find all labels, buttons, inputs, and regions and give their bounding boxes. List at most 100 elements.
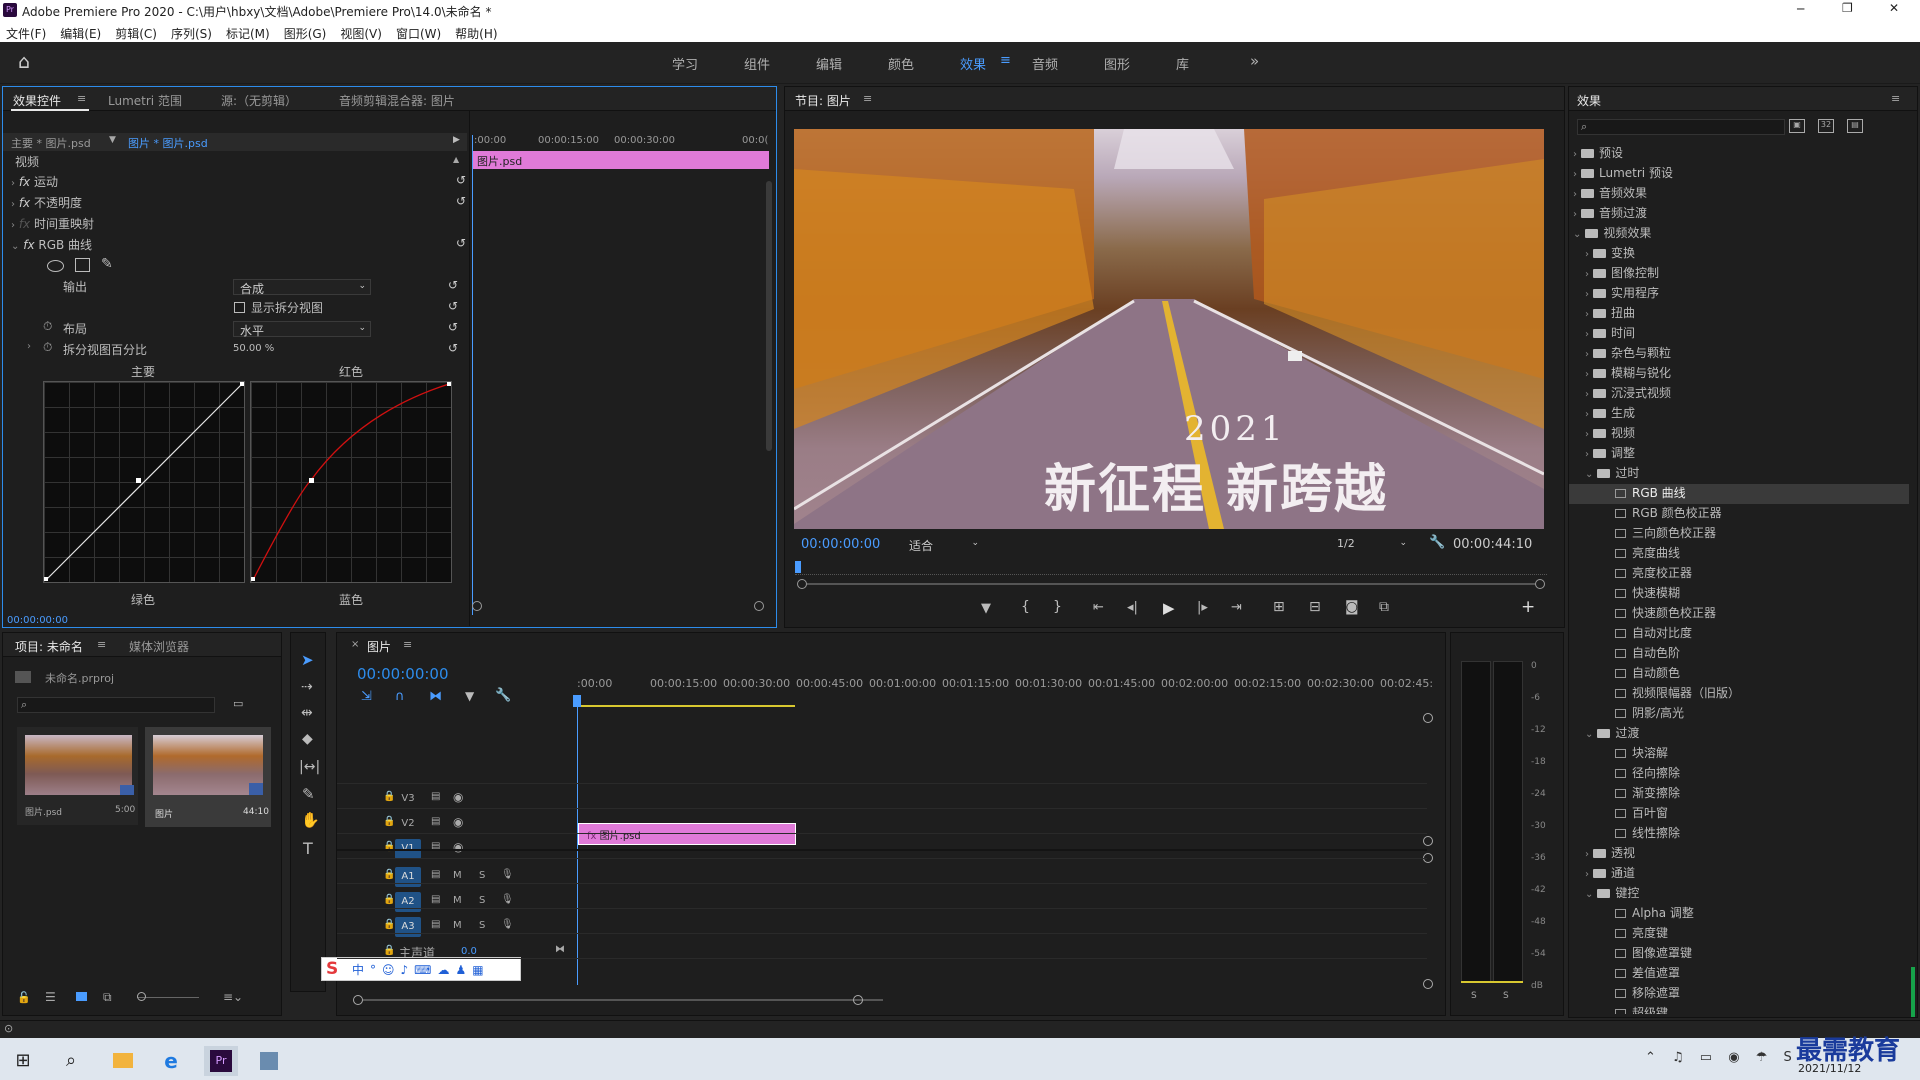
solo-button[interactable]: S	[479, 920, 485, 931]
lock-icon[interactable]: 🔒	[383, 791, 395, 802]
accelerated-effects-icon[interactable]: ▣	[1789, 119, 1805, 133]
icon-view-icon[interactable]	[76, 992, 87, 1001]
collapse-icon[interactable]: ⌄	[1585, 889, 1593, 900]
sync-lock-icon[interactable]: ▤	[431, 791, 440, 802]
clip-label[interactable]: 图片 * 图片.psd	[128, 135, 208, 151]
lock-icon[interactable]: 🔒	[383, 919, 395, 930]
v-scroll-mid[interactable]	[1423, 836, 1433, 846]
expand-icon[interactable]: ›	[11, 178, 15, 189]
master-value[interactable]: 0.0	[461, 946, 477, 957]
expand-icon[interactable]: ›	[1585, 849, 1589, 860]
effect-item[interactable]: 三向颜色校正器	[1597, 524, 1903, 544]
effect-item[interactable]: 渐变擦除	[1597, 784, 1903, 804]
stopwatch-icon[interactable]: ⏱	[43, 340, 52, 355]
menu-clip[interactable]: 剪辑(C)	[115, 27, 157, 41]
effect-item[interactable]: 自动颜色	[1597, 664, 1903, 684]
ec-playhead[interactable]	[472, 135, 473, 615]
zoom-handle-left[interactable]	[797, 579, 807, 589]
reset-split-icon[interactable]: ↺	[448, 299, 458, 313]
reset-icon[interactable]: ↺	[456, 173, 466, 187]
workspace-assembly[interactable]: 组件	[744, 54, 770, 73]
solo-button[interactable]: S	[479, 870, 485, 881]
project-item-sequence[interactable]: 图片 44:10	[145, 727, 271, 827]
expand-icon[interactable]: ›	[1573, 169, 1577, 180]
reset-layout-icon[interactable]: ↺	[448, 320, 458, 334]
audio-track-header[interactable]: 🔒 A2 ▤ M S 🎙	[337, 890, 569, 914]
zoom-slider[interactable]	[137, 997, 199, 998]
audio-track-header[interactable]: 🔒 A1 ▤ M S 🎙	[337, 865, 569, 889]
project-search-input[interactable]: ⌕	[17, 697, 215, 713]
project-item-image-psd[interactable]: 图片.psd 5:00	[17, 727, 138, 825]
pen-mask-icon[interactable]: ✎	[101, 256, 113, 272]
lock-icon[interactable]: 🔒	[383, 869, 395, 880]
step-forward-icon[interactable]: |▸	[1197, 600, 1208, 615]
master-curve-graph[interactable]	[43, 381, 245, 583]
type-tool-icon[interactable]: T	[303, 839, 313, 858]
step-back-icon[interactable]: ◂|	[1127, 600, 1138, 615]
lock-icon[interactable]: 🔒	[383, 945, 395, 956]
tab-media-browser[interactable]: 媒体浏览器	[129, 638, 189, 655]
effect-folder[interactable]: › 模糊与锐化	[1585, 364, 1903, 384]
effect-folder[interactable]: ⌄ 过渡	[1585, 724, 1903, 744]
eye-icon[interactable]: ◉	[453, 840, 463, 854]
go-to-end-icon[interactable]: ⧓	[555, 944, 565, 955]
menu-graphics[interactable]: 图形(G)	[284, 27, 327, 41]
tab-effect-controls[interactable]: 效果控件	[13, 92, 61, 109]
workspace-effects[interactable]: 效果	[960, 54, 986, 73]
h-scroll-left[interactable]	[353, 995, 363, 1005]
tab-effects[interactable]: 效果	[1577, 92, 1601, 109]
panel-menu-icon[interactable]: ≡	[1891, 92, 1900, 105]
ec-clip-bar[interactable]: 图片.psd	[473, 151, 769, 169]
work-area-bar[interactable]	[577, 705, 795, 707]
workspace-graphics[interactable]: 图形	[1104, 54, 1130, 73]
h-scroll-right[interactable]	[853, 995, 863, 1005]
rectangle-mask-icon[interactable]	[75, 258, 90, 272]
effect-item[interactable]: 亮度校正器	[1597, 564, 1903, 584]
track-target-button[interactable]: A2	[395, 892, 421, 912]
zoom-bar[interactable]	[807, 583, 1535, 585]
sync-lock-icon[interactable]: ▤	[431, 869, 440, 880]
effect-item[interactable]: 图像遮罩键	[1597, 944, 1903, 964]
effect-time-remap[interactable]: › fx 时间重映射	[11, 215, 466, 235]
ec-timecode[interactable]: 00:00:00:00	[7, 615, 68, 626]
pen-tool-icon[interactable]: ✎	[302, 785, 315, 803]
effect-folder[interactable]: › 预设	[1573, 144, 1903, 164]
menu-marker[interactable]: 标记(M)	[226, 27, 270, 41]
go-to-out-icon[interactable]: ⇥	[1231, 600, 1242, 615]
lock-icon[interactable]: 🔒	[383, 894, 395, 905]
tab-lumetri-scopes[interactable]: Lumetri 范围	[108, 92, 182, 109]
effect-folder[interactable]: › 沉浸式视频	[1585, 384, 1903, 404]
effect-folder[interactable]: › 调整	[1585, 444, 1903, 464]
program-playhead[interactable]	[795, 561, 801, 573]
effect-folder[interactable]: › 透视	[1585, 844, 1903, 864]
sync-lock-icon[interactable]: ▤	[431, 816, 440, 827]
effect-folder[interactable]: › 时间	[1585, 324, 1903, 344]
minimize-button[interactable]: ─	[1797, 2, 1804, 16]
red-curve-graph[interactable]	[250, 381, 452, 583]
slip-tool-icon[interactable]: |↔|	[299, 759, 320, 775]
tray-icons[interactable]: ⌃ ♫ ▭ ◉ ☂ S	[1645, 1050, 1798, 1065]
32bit-effects-icon[interactable]: 32	[1818, 119, 1834, 133]
expand-icon[interactable]: ›	[1585, 349, 1589, 360]
premiere-task-icon[interactable]: Pr	[204, 1046, 238, 1076]
expand-icon[interactable]: ›	[1585, 289, 1589, 300]
search-icon[interactable]: ⌕	[54, 1046, 88, 1076]
effect-item[interactable]: RGB 曲线	[1569, 484, 1909, 504]
reset-icon[interactable]: ↺	[456, 194, 466, 208]
reset-output-icon[interactable]: ↺	[448, 278, 458, 292]
selection-tool-icon[interactable]: ➤	[301, 651, 314, 669]
v-scroll-mid2[interactable]	[1423, 853, 1433, 863]
effect-item[interactable]: 超级键	[1597, 1004, 1903, 1014]
maximize-button[interactable]: ❐	[1842, 1, 1853, 15]
mic-icon[interactable]: 🎙	[501, 869, 514, 880]
expand-icon[interactable]: ›	[1573, 209, 1577, 220]
play-icon[interactable]: ▶	[1163, 599, 1175, 617]
windows-start-icon[interactable]: ⊞	[6, 1046, 40, 1076]
effect-item[interactable]: RGB 颜色校正器	[1597, 504, 1903, 524]
razor-tool-icon[interactable]: ◆	[302, 731, 313, 747]
camera-icon[interactable]: ◙	[1345, 599, 1359, 615]
effect-folder[interactable]: › 通道	[1585, 864, 1903, 884]
mark-in-icon[interactable]: {	[1021, 599, 1030, 615]
lock-icon[interactable]: 🔓	[17, 991, 31, 1004]
add-button-icon[interactable]: +	[1521, 597, 1535, 617]
